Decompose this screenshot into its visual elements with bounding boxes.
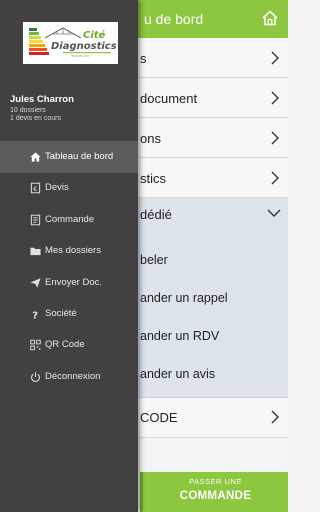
folder-icon	[30, 247, 41, 256]
user-devis-count: 1 devis en cours	[10, 115, 61, 122]
svg-text:?: ?	[32, 311, 38, 320]
nav-item-societe[interactable]: ? Société	[0, 299, 138, 330]
devis-icon: €	[30, 183, 41, 194]
drawer-nav: Tableau de bord € Devis Commande Mes dos…	[0, 142, 138, 393]
chevron-down-icon[interactable]	[267, 208, 281, 218]
send-icon	[30, 277, 41, 288]
cite-diagnostics-logo: Cité Diagnostics IMMOBILIER	[29, 27, 117, 58]
order-button-line2: COMMANDE	[179, 490, 252, 502]
nav-item-label: Commande	[45, 213, 95, 225]
nav-item-envoyer-doc[interactable]: Envoyer Doc.	[0, 268, 138, 299]
logo: Cité Diagnostics IMMOBILIER	[23, 22, 118, 64]
order-button[interactable]: PASSER UNE COMMANDE	[140, 472, 288, 512]
main-row-label: document	[140, 91, 198, 106]
main-row-label: stics	[140, 171, 166, 186]
chevron-right-icon	[271, 171, 279, 185]
chevron-right-icon	[271, 51, 279, 65]
main-row-label: ons	[140, 131, 161, 146]
nav-item-label: Tableau de bord	[45, 151, 114, 162]
svg-text:Cité: Cité	[83, 29, 106, 41]
page-title: u de bord	[144, 11, 204, 27]
nav-item-devis[interactable]: € Devis	[0, 173, 138, 204]
order-list-icon	[30, 214, 41, 226]
nav-item-commande[interactable]: Commande	[0, 205, 138, 236]
nav-item-label: Déconnexion	[45, 370, 101, 382]
svg-text:€: €	[33, 185, 37, 193]
expanded-item[interactable]: beler	[140, 253, 168, 267]
home-icon	[30, 152, 41, 162]
expanded-section-title[interactable]: dédié	[140, 207, 172, 222]
power-icon	[31, 371, 40, 382]
user-dossiers-count: 10 dossiers	[10, 107, 46, 114]
nav-item-label: Société	[45, 307, 77, 319]
chevron-right-icon	[271, 131, 279, 145]
svg-text:IMMOBILIER: IMMOBILIER	[71, 54, 89, 58]
user-profile: Jules Charron 10 dossiers 1 devis en cou…	[10, 94, 74, 122]
expanded-item[interactable]: ander un RDV	[140, 329, 219, 343]
svg-text:Diagnostics: Diagnostics	[51, 41, 117, 52]
nav-item-mes-dossiers[interactable]: Mes dossiers	[0, 236, 138, 267]
chevron-right-icon	[271, 410, 279, 424]
nav-item-qr-code[interactable]: QR Code	[0, 330, 138, 361]
question-icon: ?	[32, 311, 38, 320]
chevron-right-icon	[271, 91, 279, 105]
expanded-item[interactable]: ander un avis	[140, 367, 215, 381]
user-name: Jules Charron	[10, 94, 74, 105]
nav-item-label: Envoyer Doc.	[45, 276, 103, 288]
qr-code-icon	[30, 340, 41, 351]
nav-item-label: QR Code	[45, 339, 85, 351]
nav-item-tableau-de-bord[interactable]: Tableau de bord	[0, 142, 138, 174]
order-button-line1: PASSER UNE	[189, 477, 242, 486]
nav-item-deconnexion[interactable]: Déconnexion	[0, 362, 138, 393]
nav-item-label: Devis	[45, 182, 69, 194]
navigation-drawer: Cité Diagnostics IMMOBILIER Jules Charro…	[0, 0, 138, 512]
qr-code-row-label: CODE	[140, 410, 178, 425]
expanded-item[interactable]: ander un rappel	[140, 291, 228, 305]
main-row-label: s	[140, 51, 147, 66]
nav-item-label: Mes dossiers	[45, 245, 101, 257]
home-icon[interactable]	[261, 9, 279, 27]
